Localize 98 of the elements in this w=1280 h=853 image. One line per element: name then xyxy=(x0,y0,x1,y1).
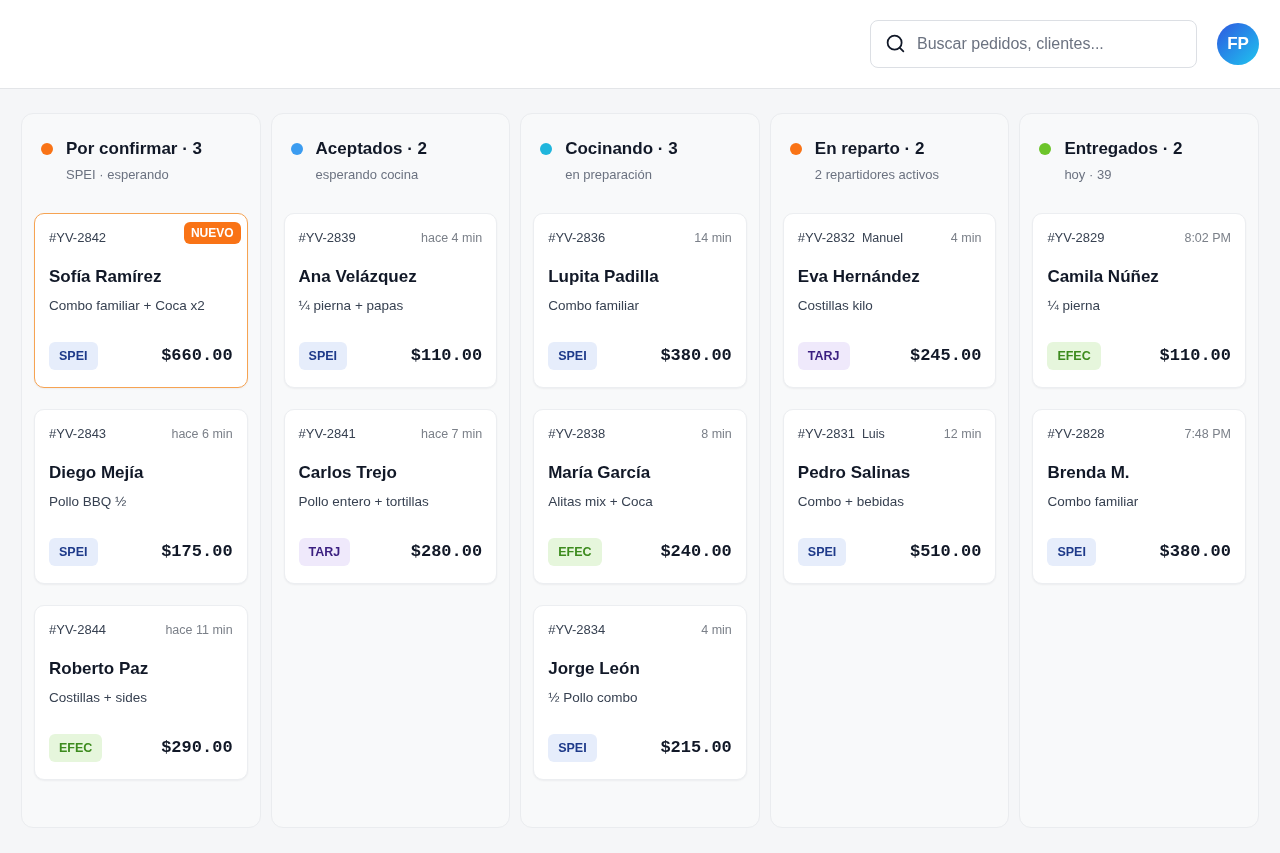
order-card[interactable]: #YV-2843 hace 6 min Diego Mejía Pollo BBQ ½ SPEI $175.00 xyxy=(34,409,248,584)
order-card[interactable]: #YV-2844 hace 11 min Roberto Paz Costillas + sides EFEC $290.00 xyxy=(34,605,248,780)
order-items: ¼ pierna xyxy=(1047,297,1101,315)
order-id: #YV-2836 xyxy=(548,229,606,247)
customer-name: Ana Velázquez xyxy=(298,266,418,288)
order-id: #YV-2834 xyxy=(548,621,606,639)
order-items: Combo familiar xyxy=(1047,493,1140,511)
order-total: $290.00 xyxy=(161,737,233,760)
order-total: $175.00 xyxy=(161,541,233,564)
order-items: ¼ pierna + papas xyxy=(298,297,405,315)
payment-tag: SPEI xyxy=(548,342,597,370)
order-time: 8 min xyxy=(701,426,732,443)
order-id: #YV-2829 xyxy=(1047,229,1105,247)
payment-tag: SPEI xyxy=(49,342,98,370)
order-total: $380.00 xyxy=(1159,541,1231,564)
customer-name: María García xyxy=(548,462,652,484)
search-field[interactable]: Buscar pedidos, clientes... xyxy=(870,20,1197,68)
order-items: Costillas + sides xyxy=(49,689,148,707)
courier-name: Luis xyxy=(861,426,885,443)
customer-name: Pedro Salinas xyxy=(797,462,912,484)
customer-name: Camila Núñez xyxy=(1047,266,1160,288)
order-id: #YV-2844 xyxy=(49,621,107,639)
order-card[interactable]: #YV-2831 Luis 12 min Pedro Salinas Combo + bebidas SPEI $510.00 xyxy=(782,409,997,584)
payment-tag: SPEI xyxy=(49,538,98,566)
order-total: $660.00 xyxy=(161,345,233,368)
column-subtitle: en preparación xyxy=(565,166,653,184)
order-total: $110.00 xyxy=(410,345,483,368)
order-card[interactable]: #YV-2839 hace 4 min Ana Velázquez ¼ pierna + papas SPEI $110.00 xyxy=(283,213,498,388)
order-total: $245.00 xyxy=(909,345,982,368)
order-items: Combo familiar xyxy=(548,297,640,315)
order-items: Costillas kilo xyxy=(797,297,874,315)
order-total: $510.00 xyxy=(909,541,982,564)
order-time: hace 4 min xyxy=(421,230,483,247)
column-title: Entregados · 2 xyxy=(1064,138,1183,160)
order-card[interactable]: #YV-2828 7:48 PM Brenda M. Combo familiar SPEI $380.00 xyxy=(1032,409,1246,584)
payment-tag: TARJ xyxy=(797,342,850,370)
order-total: $215.00 xyxy=(660,737,732,760)
order-id: #YV-2842 xyxy=(49,229,107,247)
order-time: 7:48 PM xyxy=(1184,426,1231,443)
order-card[interactable]: #YV-2836 14 min Lupita Padilla Combo familiar SPEI $380.00 xyxy=(533,213,747,388)
payment-tag: EFEC xyxy=(548,538,602,566)
order-time: hace 11 min xyxy=(165,622,233,639)
order-id: #YV-2832 xyxy=(797,229,855,247)
order-card[interactable]: #YV-2841 hace 7 min Carlos Trejo Pollo entero + tortillas TARJ $280.00 xyxy=(283,409,498,584)
customer-name: Diego Mejía xyxy=(49,462,145,484)
column-subtitle: 2 repartidores activos xyxy=(814,166,941,184)
order-total: $280.00 xyxy=(410,541,483,564)
payment-tag: SPEI xyxy=(298,342,348,370)
order-total: $380.00 xyxy=(660,345,732,368)
customer-name: Jorge León xyxy=(548,658,641,680)
search-icon xyxy=(885,33,906,54)
order-card[interactable]: #YV-2842 NUEVO Sofía Ramírez Combo familiar + Coca x2 SPEI $660.00 xyxy=(34,213,248,388)
order-card[interactable]: #YV-2834 4 min Jorge León ½ Pollo combo SPEI $215.00 xyxy=(533,605,747,780)
order-total: $240.00 xyxy=(660,541,732,564)
order-total: $110.00 xyxy=(1159,345,1231,368)
customer-name: Sofía Ramírez xyxy=(49,266,163,288)
customer-name: Lupita Padilla xyxy=(548,266,660,288)
order-time: hace 6 min xyxy=(171,426,233,443)
order-time: 4 min xyxy=(950,230,982,247)
order-time: 12 min xyxy=(943,426,982,443)
order-items: ½ Pollo combo xyxy=(548,689,639,707)
order-id: #YV-2843 xyxy=(49,425,107,443)
order-items: Combo familiar + Coca x2 xyxy=(49,297,206,315)
column-subtitle: hoy · 39 xyxy=(1064,166,1113,184)
customer-name: Eva Hernández xyxy=(797,266,921,288)
order-time: 14 min xyxy=(694,230,732,247)
payment-tag: TARJ xyxy=(298,538,351,566)
payment-tag: SPEI xyxy=(548,734,597,762)
payment-tag: SPEI xyxy=(797,538,847,566)
column-title: Aceptados · 2 xyxy=(315,138,428,160)
order-time: 4 min xyxy=(701,622,732,639)
payment-tag: EFEC xyxy=(49,734,103,762)
order-time: 8:02 PM xyxy=(1184,230,1231,247)
column-title: Cocinando · 3 xyxy=(565,138,678,160)
payment-tag: SPEI xyxy=(1047,538,1096,566)
customer-name: Roberto Paz xyxy=(49,658,150,680)
payment-tag: EFEC xyxy=(1047,342,1101,370)
order-items: Pollo entero + tortillas xyxy=(298,493,430,511)
courier-name: Manuel xyxy=(861,230,903,247)
order-card[interactable]: #YV-2832 Manuel 4 min Eva Hernández Costillas kilo TARJ $245.00 xyxy=(782,213,997,388)
order-items: Pollo BBQ ½ xyxy=(49,493,128,511)
customer-name: Brenda M. xyxy=(1047,462,1131,484)
customer-name: Carlos Trejo xyxy=(298,462,398,484)
order-card[interactable]: #YV-2838 8 min María García Alitas mix + Coca EFEC $240.00 xyxy=(533,409,747,584)
new-badge: NUEVO xyxy=(183,222,241,244)
column-subtitle: SPEI · esperando xyxy=(66,166,170,184)
order-time: hace 7 min xyxy=(421,426,483,443)
order-id: #YV-2831 xyxy=(797,425,855,443)
order-id: #YV-2839 xyxy=(298,229,356,247)
column-title: En reparto · 2 xyxy=(814,138,925,160)
order-card[interactable]: #YV-2829 8:02 PM Camila Núñez ¼ pierna EFEC $110.00 xyxy=(1032,213,1246,388)
column-title: Por confirmar · 3 xyxy=(66,138,203,160)
order-id: #YV-2838 xyxy=(548,425,606,443)
column-subtitle: esperando cocina xyxy=(315,166,420,184)
order-id: #YV-2841 xyxy=(298,425,356,443)
order-id: #YV-2828 xyxy=(1047,425,1105,443)
order-items: Alitas mix + Coca xyxy=(548,493,654,511)
order-items: Combo + bebidas xyxy=(797,493,905,511)
